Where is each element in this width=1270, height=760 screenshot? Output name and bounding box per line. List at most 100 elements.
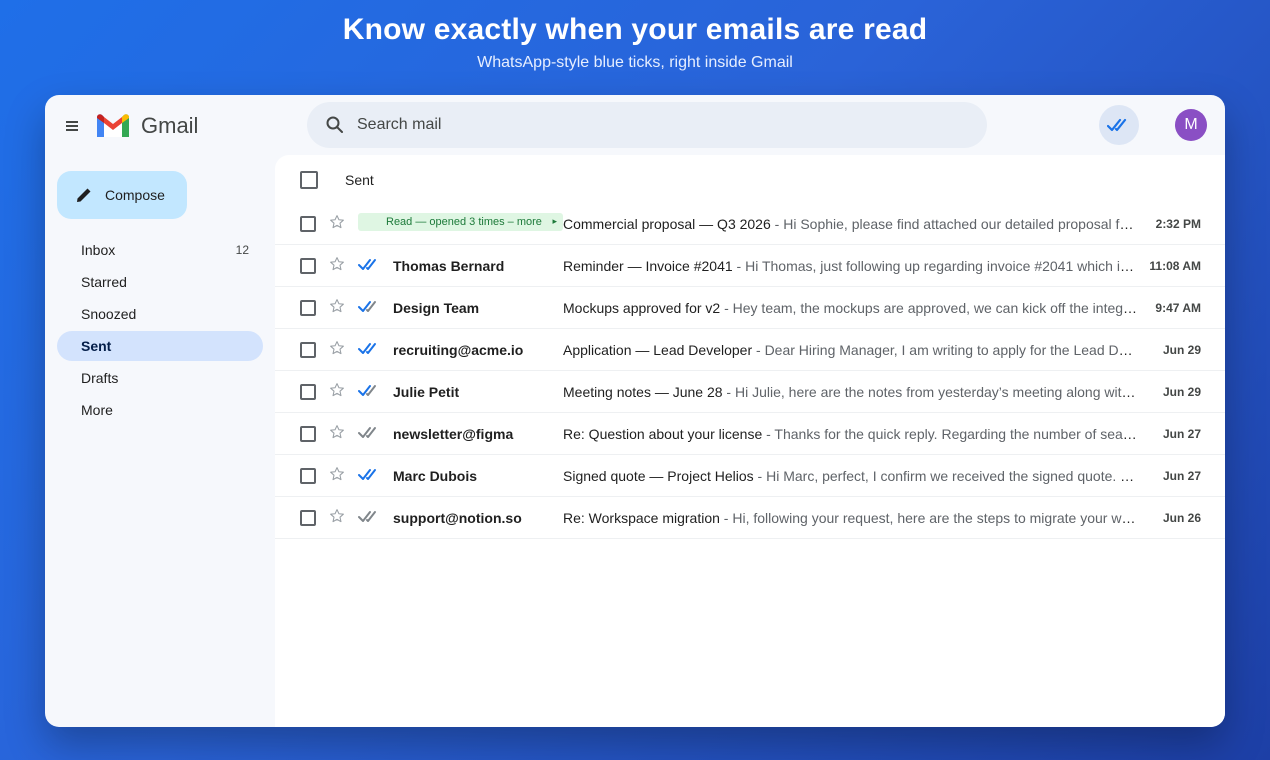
row-checkbox[interactable]	[300, 300, 316, 316]
row-checkbox[interactable]	[300, 342, 316, 358]
message-snippet: - Hi Sophie, please find attached our de…	[774, 216, 1138, 232]
star-icon[interactable]	[328, 381, 346, 399]
table-row[interactable]: Marc Dubois Signed quote — Project Helios…	[275, 455, 1225, 497]
message-date: Jun 26	[1162, 511, 1201, 525]
double-tick-icon	[358, 426, 380, 440]
message-subject: Application — Lead Developer	[563, 342, 753, 358]
sidebar-item-drafts[interactable]: Drafts	[57, 363, 263, 393]
double-tick-icon	[358, 258, 380, 272]
sidebar-item-label: Inbox	[81, 242, 116, 258]
gmail-logo-icon[interactable]	[95, 111, 131, 139]
row-checkbox[interactable]	[300, 426, 316, 442]
recipient-name: Thomas Bernard	[393, 258, 505, 274]
unread-count: 12	[235, 243, 249, 257]
folder-title: Sent	[345, 172, 374, 188]
sidebar-item-snoozed[interactable]: Snoozed	[57, 299, 263, 329]
pencil-icon	[75, 186, 93, 209]
message-subject: Re: Workspace migration	[563, 510, 720, 526]
table-row[interactable]: support@notion.so Re: Workspace migration…	[275, 497, 1225, 539]
gmail-window: Gmail M Compose Inbox 12 Starred Snoozed…	[45, 95, 1225, 727]
message-subject: Signed quote — Project Helios	[563, 468, 754, 484]
message-date: Jun 27	[1162, 469, 1201, 483]
search-input[interactable]	[357, 110, 957, 140]
row-checkbox[interactable]	[300, 258, 316, 274]
sidebar-item-label: More	[81, 402, 113, 418]
sidebar-item-label: Snoozed	[81, 306, 137, 322]
message-date: 11:08 AM	[1149, 259, 1201, 273]
table-row[interactable]: Design Team Mockups approved for v2 - Hey…	[275, 287, 1225, 329]
select-all-checkbox[interactable]	[300, 171, 318, 189]
compose-button[interactable]: Compose	[57, 171, 187, 219]
message-preview: Reminder — Invoice #2041 - Hi Thomas, ju…	[563, 258, 1138, 274]
star-icon[interactable]	[328, 255, 346, 273]
read-status-text: Read — opened 3 times – more	[386, 216, 542, 228]
recipient-name: newsletter@figma	[393, 426, 514, 442]
message-preview: Mockups approved for v2 - Hey team, the …	[563, 300, 1138, 316]
double-tick-icon	[358, 300, 380, 314]
double-tick-icon	[358, 342, 380, 356]
star-icon[interactable]	[328, 297, 346, 315]
read-receipts-button[interactable]	[1099, 105, 1139, 145]
star-icon[interactable]	[328, 339, 346, 357]
message-subject: Meeting notes — June 28	[563, 384, 723, 400]
message-snippet: - Hey team, the mockups are approved, we…	[724, 300, 1138, 316]
message-snippet: - Thanks for the quick reply. Regarding …	[766, 426, 1138, 442]
app-name: Gmail	[141, 113, 199, 138]
message-subject: Reminder — Invoice #2041	[563, 258, 733, 274]
compose-label: Compose	[105, 187, 165, 203]
table-row[interactable]: Read — opened 3 times – more ▸ Commercial …	[275, 203, 1225, 245]
sidebar-item-sent[interactable]: Sent	[57, 331, 263, 361]
message-date: 9:47 AM	[1155, 301, 1201, 315]
double-tick-icon	[358, 384, 380, 398]
row-checkbox[interactable]	[300, 384, 316, 400]
recipient-name: Marc Dubois	[393, 468, 478, 484]
caret-right-icon: ▸	[552, 216, 557, 226]
sidebar-item-inbox[interactable]: Inbox 12	[57, 235, 263, 265]
recipient-name: Design Team	[393, 300, 480, 316]
message-date: Jun 27	[1162, 427, 1201, 441]
sidebar-item-label: Sent	[81, 338, 112, 354]
sidebar-item-more[interactable]: More	[57, 395, 263, 425]
table-row[interactable]: Julie Petit Meeting notes — June 28 - Hi …	[275, 371, 1225, 413]
search-bar[interactable]	[307, 102, 987, 148]
recipient-name: recruiting@acme.io	[393, 342, 524, 358]
avatar[interactable]: M	[1175, 109, 1207, 141]
table-row[interactable]: Thomas Bernard Reminder — Invoice #2041 -…	[275, 245, 1225, 287]
message-preview: Meeting notes — June 28 - Hi Julie, here…	[563, 384, 1138, 400]
message-preview: Signed quote — Project Helios - Hi Marc,…	[563, 468, 1138, 484]
menu-icon[interactable]	[63, 117, 81, 135]
message-list-panel: Sent Read — opened 3 times – more ▸ Commer…	[275, 155, 1225, 727]
sidebar-item-label: Starred	[81, 274, 127, 290]
message-subject: Mockups approved for v2	[563, 300, 721, 316]
message-snippet: - Hi, following your request, here are t…	[719, 510, 1138, 526]
message-preview: Application — Lead Developer - Dear Hiri…	[563, 342, 1138, 358]
message-snippet: - Hi Marc, perfect, I confirm we receive…	[757, 468, 1138, 484]
message-snippet: - Hi Thomas, just following up regarding…	[736, 258, 1138, 274]
message-date: Jun 29	[1162, 385, 1201, 399]
star-icon[interactable]	[328, 507, 346, 525]
message-date: Jun 29	[1162, 343, 1201, 357]
message-snippet: - Hi Julie, here are the notes from yest…	[726, 384, 1138, 400]
table-row[interactable]: newsletter@figma Re: Question about your …	[275, 413, 1225, 455]
row-checkbox[interactable]	[300, 510, 316, 526]
message-preview: Re: Workspace migration - Hi, following …	[563, 510, 1138, 526]
message-preview: Commercial proposal — Q3 2026 - Hi Sophi…	[563, 216, 1138, 232]
hero-subtitle: WhatsApp-style blue ticks, right inside …	[477, 54, 793, 71]
sidebar-item-starred[interactable]: Starred	[57, 267, 263, 297]
row-checkbox[interactable]	[300, 216, 316, 232]
recipient-name: Julie Petit	[393, 384, 460, 400]
message-subject: Re: Question about your license	[563, 426, 763, 442]
row-checkbox[interactable]	[300, 468, 316, 484]
table-row[interactable]: recruiting@acme.io Application — Lead Dev…	[275, 329, 1225, 371]
star-icon[interactable]	[328, 213, 346, 231]
recipient-name: support@notion.so	[393, 510, 522, 526]
hero-title: Know exactly when your emails are read	[342, 13, 928, 46]
double-tick-icon	[358, 510, 380, 524]
list-header: Sent	[275, 155, 1225, 203]
read-status-badge[interactable]: Read — opened 3 times – more ▸	[358, 213, 563, 231]
star-icon[interactable]	[328, 423, 346, 441]
star-icon[interactable]	[328, 465, 346, 483]
message-subject: Commercial proposal — Q3 2026	[563, 216, 771, 232]
sidebar-item-label: Drafts	[81, 370, 119, 386]
search-icon[interactable]	[325, 115, 345, 135]
